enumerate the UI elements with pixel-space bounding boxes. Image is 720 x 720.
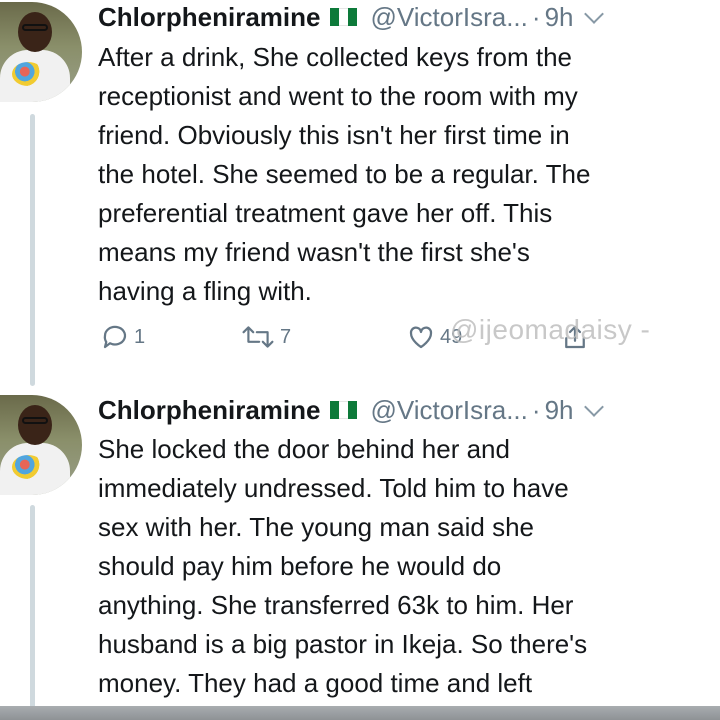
display-name[interactable]: Chlorpheniramine [98, 395, 320, 426]
separator-dot: · [531, 1, 541, 32]
tweet-text-line: money. They had a good time and left [98, 668, 533, 698]
tweet-header: Chlorpheniramine @VictorIsra... · 9h [98, 393, 605, 427]
heart-icon [409, 326, 433, 349]
user-handle[interactable]: @VictorIsra... [370, 2, 527, 33]
avatar-shirt-print [12, 62, 44, 86]
tweet-text-line: husband is a big pastor in Ikeja. So the… [98, 629, 588, 659]
display-name[interactable]: Chlorpheniramine [98, 2, 320, 33]
avatar-shirt-print [12, 455, 44, 479]
thread-line [30, 114, 35, 386]
tweet-text: After a drink, She collected keys from t… [98, 38, 708, 311]
tweet-header: Chlorpheniramine @VictorIsra... · 9h [98, 0, 605, 34]
tweet-text-line: means my friend wasn't the first she's [98, 237, 530, 267]
avatar[interactable] [0, 395, 82, 495]
tweet-text-line: the hotel. She seemed to be a regular. T… [98, 159, 591, 189]
chevron-down-icon[interactable] [584, 4, 605, 24]
tweet-text-line: friend. Obviously this isn't her first t… [98, 120, 570, 150]
tweet-text-line: having a fling with. [98, 276, 312, 306]
tweet-text-line: immediately undressed. Told him to have [98, 473, 569, 503]
retweet-icon [242, 326, 274, 348]
nigeria-flag-icon [330, 8, 357, 26]
watermark: @ijeomadaisy - [450, 314, 651, 345]
reply-button[interactable]: 1 [100, 322, 145, 352]
chevron-down-icon[interactable] [584, 397, 605, 417]
thread-line [30, 505, 35, 720]
avatar-head [18, 12, 52, 52]
tweet-text-line: preferential treatment gave her off. Thi… [98, 198, 553, 228]
tweet-text-line: receptionist and went to the room with m… [98, 81, 578, 111]
reply-count: 1 [134, 325, 146, 348]
tweet-text-line: anything. She transferred 63k to him. He… [98, 590, 574, 620]
tweet-text: She locked the door behind her and immed… [98, 430, 708, 703]
reply-icon [103, 325, 127, 349]
avatar-glasses [22, 417, 48, 424]
nigeria-flag-icon [330, 401, 357, 419]
tweet-text-line: She locked the door behind her and [98, 434, 510, 464]
separator-dot: · [531, 394, 541, 425]
tweet-text-line: should pay him before he would do [98, 551, 502, 581]
avatar-glasses [22, 24, 48, 31]
tweet-text-line: After a drink, She collected keys from t… [98, 42, 572, 72]
avatar-head [18, 405, 52, 445]
avatar[interactable] [0, 2, 82, 102]
tweet-text-line: sex with her. The young man said she [98, 512, 534, 542]
retweet-button[interactable]: 7 [240, 322, 291, 352]
tweet-time[interactable]: 9h [545, 395, 574, 426]
tweet-time[interactable]: 9h [545, 2, 574, 33]
user-handle[interactable]: @VictorIsra... [370, 395, 527, 426]
retweet-count: 7 [280, 325, 292, 348]
bottom-bar [0, 706, 720, 720]
